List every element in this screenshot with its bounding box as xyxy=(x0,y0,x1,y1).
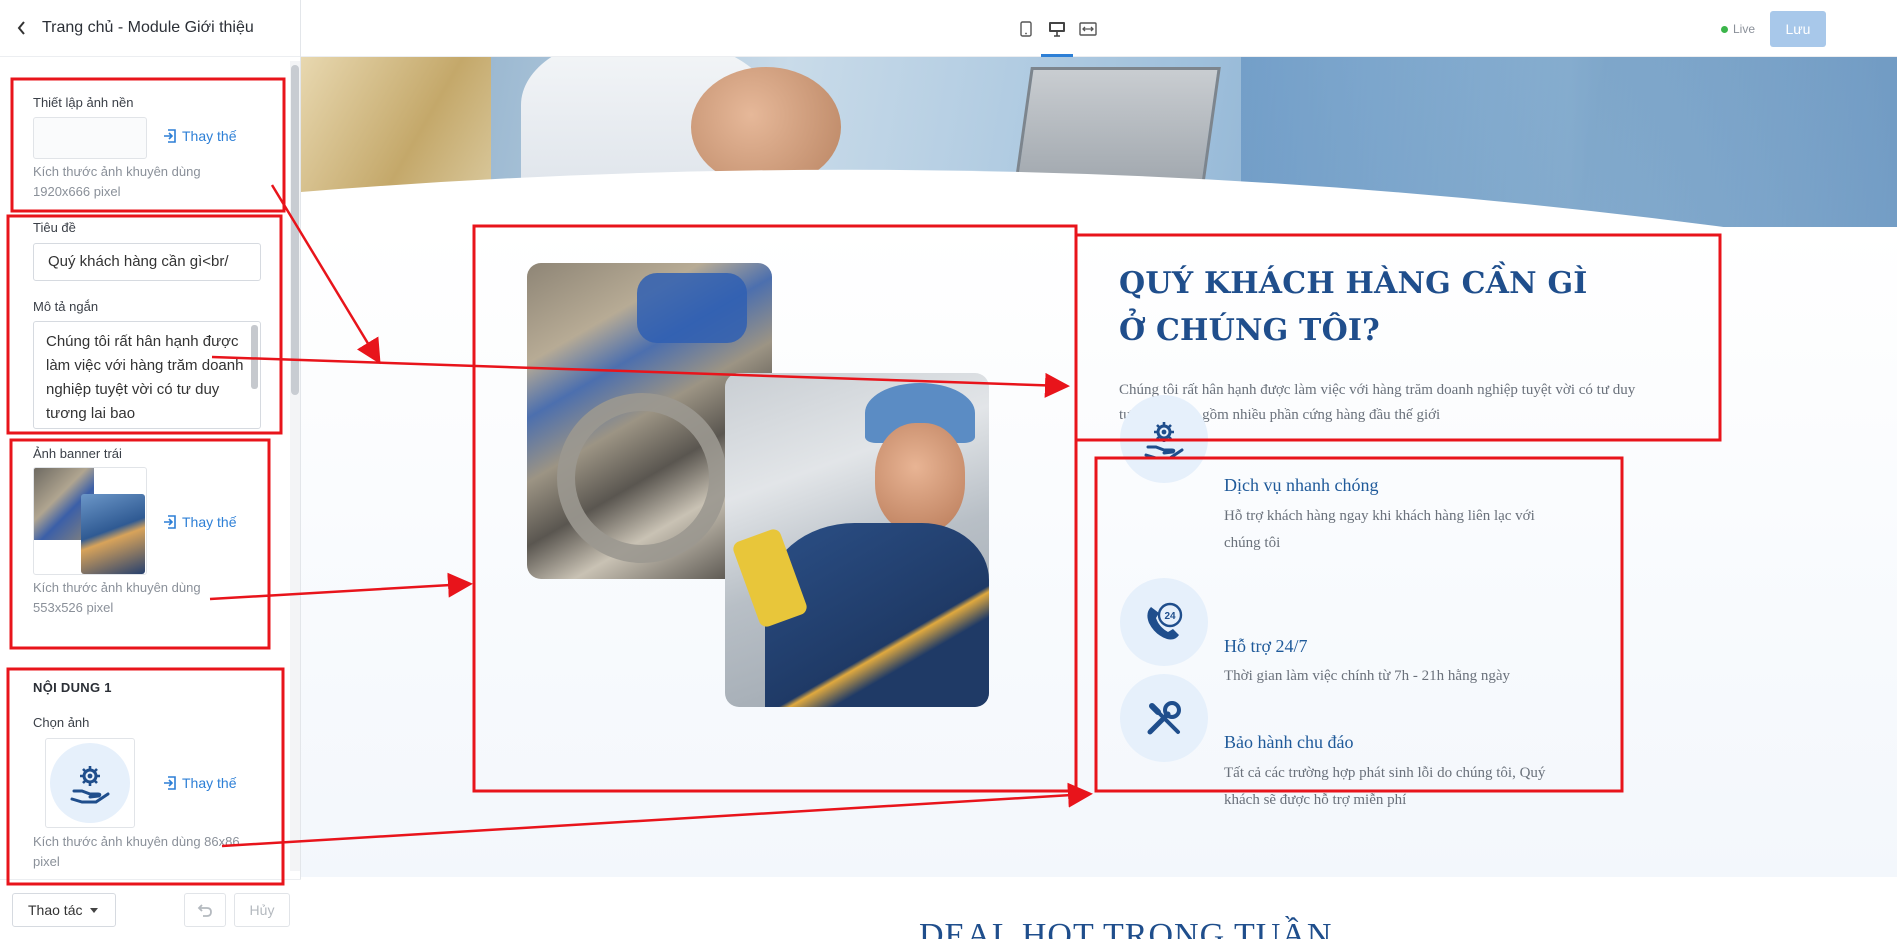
svg-text:24: 24 xyxy=(1164,611,1176,622)
service-hand-gear-icon xyxy=(1144,422,1184,460)
left-banner-replace-button[interactable]: Thay thế xyxy=(163,514,236,530)
thumb-photo-electrician xyxy=(81,494,145,574)
panel-header: Trang chủ - Module Giới thiệu xyxy=(0,0,300,57)
replace-label: Thay thế xyxy=(182,128,237,144)
content1-thumbnail[interactable] xyxy=(45,738,135,828)
replace-label: Thay thế xyxy=(182,775,237,791)
left-banner-thumbnail[interactable] xyxy=(33,467,147,575)
left-banner-hint-size: 553x526 pixel xyxy=(33,600,114,615)
undo-icon xyxy=(197,904,212,917)
short-desc-textarea[interactable]: Chúng tôi rất hân hạnh được làm việc với… xyxy=(33,321,261,429)
live-dot-icon xyxy=(1721,25,1728,33)
background-replace-button[interactable]: Thay thế xyxy=(163,128,236,144)
replace-icon xyxy=(164,129,176,143)
content1-title: NỘI DUNG 1 xyxy=(33,680,112,695)
preview-toolbar: Live Lưu xyxy=(301,0,1897,57)
service-desc: Hỗ trợ khách hàng ngay khi khách hàng li… xyxy=(1224,508,1535,551)
active-device-indicator xyxy=(1041,54,1073,57)
headline-line2: Ở CHÚNG TÔI? xyxy=(1119,313,1380,348)
panel-scrollbar[interactable] xyxy=(290,61,300,871)
replace-icon xyxy=(164,515,176,529)
back-arrow-icon[interactable] xyxy=(14,20,30,36)
content1-hint-size: pixel xyxy=(33,854,60,869)
service-icon-circle xyxy=(1120,395,1208,483)
actions-dropdown[interactable]: Thao tác xyxy=(12,893,116,927)
fullwidth-view-button[interactable] xyxy=(1078,19,1098,39)
mobile-view-button[interactable] xyxy=(1016,19,1036,39)
banner-photo-electrician xyxy=(725,373,989,707)
fullwidth-icon xyxy=(1079,22,1097,36)
content1-icon-circle xyxy=(50,743,130,823)
background-hint: Kích thước ảnh khuyên dùng xyxy=(33,164,201,179)
background-hint-size: 1920x666 pixel xyxy=(33,184,121,199)
mobile-icon xyxy=(1020,21,1032,37)
left-banner-label: Ảnh banner trái xyxy=(33,446,122,461)
live-label: Live xyxy=(1733,22,1756,36)
warranty-icon-circle xyxy=(1120,674,1208,762)
panel-footer: Thao tác Hủy xyxy=(0,879,301,939)
deal-hot-section-title: DEAL HOT TRONG TUẦN xyxy=(919,917,1333,939)
tools-wrench-screwdriver-icon xyxy=(1147,701,1181,735)
desktop-icon xyxy=(1049,22,1065,37)
service-hand-gear-icon xyxy=(70,766,110,804)
panel-title: Trang chủ - Module Giới thiệu xyxy=(42,19,254,36)
settings-panel: Trang chủ - Module Giới thiệu Thiết lập … xyxy=(0,0,301,939)
headline-line1: QUÝ KHÁCH HÀNG CẦN GÌ xyxy=(1119,266,1588,301)
worker-sleeve xyxy=(637,273,747,343)
background-label: Thiết lập ảnh nền xyxy=(33,95,134,110)
pipe-clamp xyxy=(557,393,727,563)
support-24-phone-icon: 24 xyxy=(1147,602,1183,640)
support-title: Hỗ trợ 24/7 xyxy=(1224,636,1308,656)
undo-button[interactable] xyxy=(184,893,226,927)
panel-body: Thiết lập ảnh nền Thay thế Kích thước ản… xyxy=(0,57,301,879)
service-title: Dịch vụ nhanh chóng xyxy=(1224,475,1379,495)
desktop-view-button[interactable] xyxy=(1047,19,1067,39)
short-desc-text: Chúng tôi rất hân hạnh được làm việc với… xyxy=(46,333,244,422)
replace-label: Thay thế xyxy=(182,514,237,530)
electrician-face xyxy=(875,423,965,533)
warranty-desc: Tất cả các trường hợp phát sinh lỗi do c… xyxy=(1224,765,1546,808)
page-preview: QUÝ KHÁCH HÀNG CẦN GÌ Ở CHÚNG TÔI? Chúng… xyxy=(301,57,1897,939)
actions-label: Thao tác xyxy=(28,902,83,918)
panel-scrollbar-thumb[interactable] xyxy=(291,65,299,395)
cancel-button[interactable]: Hủy xyxy=(234,893,290,927)
support-desc: Thời gian làm việc chính từ 7h - 21h hằn… xyxy=(1224,668,1510,684)
content1-image-label: Chọn ảnh xyxy=(33,715,90,730)
title-label: Tiêu đề xyxy=(33,220,76,235)
short-desc-label: Mô tả ngắn xyxy=(33,299,99,314)
caret-down-icon xyxy=(90,907,99,913)
replace-icon xyxy=(164,776,176,790)
content1-replace-button[interactable]: Thay thế xyxy=(163,775,236,791)
textarea-scrollbar[interactable] xyxy=(251,325,258,389)
live-status: Live xyxy=(1721,22,1755,36)
warranty-title: Bảo hành chu đáo xyxy=(1224,732,1354,752)
left-banner-hint: Kích thước ảnh khuyên dùng xyxy=(33,580,201,595)
content1-hint: Kích thước ảnh khuyên dùng 86x86 xyxy=(33,834,240,849)
save-button[interactable]: Lưu xyxy=(1770,11,1826,47)
intro-headline: QUÝ KHÁCH HÀNG CẦN GÌ Ở CHÚNG TÔI? xyxy=(1119,260,1588,354)
title-input[interactable]: Quý khách hàng cần gì<br/ xyxy=(33,243,261,281)
background-thumbnail[interactable] xyxy=(33,117,147,159)
support-icon-circle: 24 xyxy=(1120,578,1208,666)
